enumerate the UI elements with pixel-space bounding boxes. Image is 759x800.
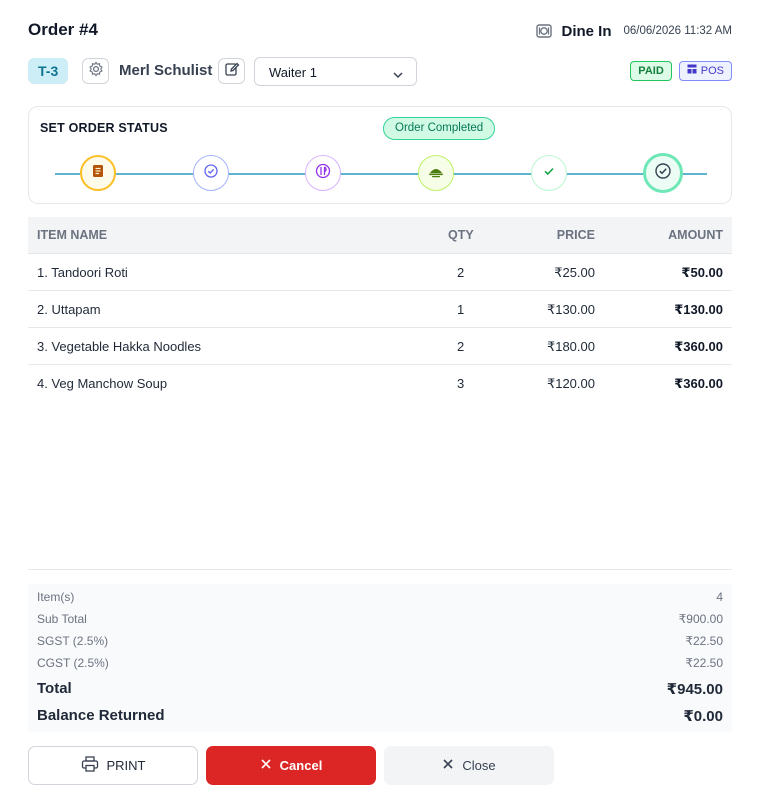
cgst-label: CGST (2.5%) (37, 656, 109, 670)
subtotal-label: Sub Total (37, 612, 87, 626)
items-count-label: Item(s) (37, 590, 75, 604)
print-button[interactable]: PRINT (28, 746, 198, 785)
balance-returned-label: Balance Returned (37, 707, 165, 724)
paid-badge: PAID (630, 61, 672, 81)
preparing-icon (314, 162, 332, 185)
col-item-name: ITEM NAME (37, 228, 108, 242)
item-qty: 2 (457, 265, 465, 280)
summary-total-row: Total ₹945.00 (37, 680, 723, 698)
close-icon (260, 758, 272, 773)
edit-customer-button[interactable] (218, 58, 245, 84)
close-button[interactable]: Close (384, 746, 554, 785)
item-amount: ₹130.00 (674, 302, 723, 317)
order-type: Dine In (561, 22, 612, 40)
order-summary: Item(s) 4 Sub Total ₹900.00 SGST (2.5%) … (28, 584, 732, 732)
dine-in-icon (535, 22, 553, 40)
chevron-down-icon (392, 67, 404, 85)
col-price: PRICE (556, 228, 595, 242)
status-progress-line (55, 173, 707, 175)
item-name: 2. Uttapam (37, 302, 101, 317)
subtotal-value: ₹900.00 (678, 612, 723, 626)
food-ready-icon (427, 162, 445, 185)
table-settings-button[interactable] (82, 58, 109, 84)
close-icon (442, 758, 454, 773)
order-title: Order #4 (28, 20, 98, 39)
table-row: 3. Vegetable Hakka Noodles 2 ₹180.00 ₹36… (28, 328, 732, 365)
status-step-confirmed[interactable] (193, 155, 229, 191)
item-qty: 2 (457, 339, 465, 354)
summary-cgst-row: CGST (2.5%) ₹22.50 (37, 656, 723, 674)
sgst-value: ₹22.50 (685, 634, 723, 648)
order-info-bar: T-3 Merl Schulist Waiter 1 PAID POS (28, 57, 732, 87)
item-price: ₹120.00 (546, 376, 595, 391)
item-name: 4. Veg Manchow Soup (37, 376, 168, 391)
pos-badge-label: POS (700, 65, 724, 77)
gear-icon (88, 61, 104, 82)
sgst-label: SGST (2.5%) (37, 634, 109, 648)
cancel-button-label: Cancel (279, 758, 323, 773)
status-label: SET ORDER STATUS (40, 121, 168, 135)
col-qty: QTY (448, 228, 474, 242)
printer-icon (81, 756, 99, 775)
total-value: ₹945.00 (666, 681, 723, 698)
item-price: ₹130.00 (546, 302, 595, 317)
status-step-completed[interactable] (643, 153, 683, 193)
close-button-label: Close (462, 758, 496, 773)
summary-items-row: Item(s) 4 (37, 590, 723, 608)
table-row: 1. Tandoori Roti 2 ₹25.00 ₹50.00 (28, 254, 732, 291)
col-amount: AMOUNT (668, 228, 723, 242)
confirmed-check-icon (203, 163, 219, 184)
table-badge: T-3 (28, 58, 69, 84)
cancel-order-button[interactable]: Cancel (206, 746, 376, 785)
item-amount: ₹50.00 (681, 265, 723, 280)
order-placed-icon (90, 163, 106, 184)
edit-icon (224, 61, 240, 82)
order-header: Order #4 Dine In 06/06/2026 11:32 AM (28, 20, 732, 44)
status-step-ready[interactable] (418, 155, 454, 191)
item-qty: 3 (457, 376, 465, 391)
status-step-preparing[interactable] (305, 155, 341, 191)
order-meta: Dine In 06/06/2026 11:32 AM (535, 22, 732, 40)
order-status-card: SET ORDER STATUS Order Completed (28, 106, 732, 204)
summary-sgst-row: SGST (2.5%) ₹22.50 (37, 634, 723, 652)
status-step-order-placed[interactable] (80, 155, 116, 191)
order-badges: PAID POS (630, 61, 732, 81)
summary-subtotal-row: Sub Total ₹900.00 (37, 612, 723, 630)
summary-divider (28, 569, 732, 570)
current-status-pill: Order Completed (383, 117, 496, 140)
status-step-served[interactable] (531, 155, 567, 191)
balance-returned-value: ₹0.00 (683, 708, 723, 725)
waiter-select[interactable]: Waiter 1 (254, 57, 417, 86)
print-button-label: PRINT (106, 758, 146, 773)
summary-balance-row: Balance Returned ₹0.00 (37, 707, 723, 725)
cgst-value: ₹22.50 (685, 656, 723, 670)
item-price: ₹180.00 (546, 339, 595, 354)
item-price: ₹25.00 (554, 265, 595, 280)
item-qty: 1 (457, 302, 465, 317)
completed-check-icon (654, 162, 672, 185)
table-row: 4. Veg Manchow Soup 3 ₹120.00 ₹360.00 (28, 365, 732, 402)
total-label: Total (37, 680, 72, 697)
pos-badge: POS (678, 61, 732, 81)
waiter-select-value: Waiter 1 (269, 65, 317, 80)
item-amount: ₹360.00 (674, 339, 723, 354)
items-count-value: 4 (716, 590, 723, 604)
item-name: 3. Vegetable Hakka Noodles (37, 339, 202, 354)
served-check-icon (542, 164, 556, 183)
pos-icon (687, 62, 697, 80)
item-amount: ₹360.00 (674, 376, 723, 391)
items-table-header: ITEM NAME QTY PRICE AMOUNT (28, 217, 732, 254)
item-name: 1. Tandoori Roti (37, 265, 128, 280)
customer-name: Merl Schulist (119, 62, 213, 79)
table-row: 2. Uttapam 1 ₹130.00 ₹130.00 (28, 291, 732, 328)
order-datetime: 06/06/2026 11:32 AM (623, 25, 733, 37)
